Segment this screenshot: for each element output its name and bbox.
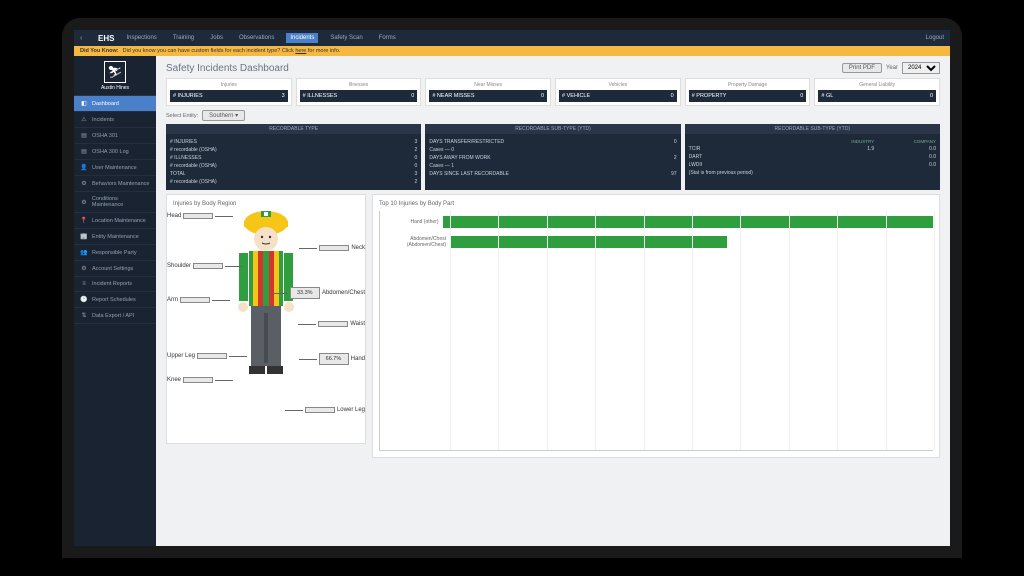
sidebar-icon: 🏢 [80,233,88,240]
sidebar-item-report-schedules[interactable]: 🕑Report Schedules [74,292,156,308]
bar-chart-title: Top 10 Injuries by Body Part [379,201,933,207]
sidebar-icon: ⚙ [80,265,88,272]
body-label-lowerleg: Lower Leg [285,407,365,413]
stat-card: Illnesses# ILLNESSES0 [296,78,422,106]
tab-training[interactable]: Training [169,33,198,43]
body-label-hand: 66.7%Hand [299,353,365,365]
stat-card: Property Damage# PROPERTY0 [685,78,811,106]
sidebar-item-osha-301[interactable]: ▤OSHA 301 [74,128,156,144]
bar-row: Hand (other) [380,215,933,229]
sidebar-item-account-settings[interactable]: ⚙Account Settings [74,261,156,277]
tab-jobs[interactable]: Jobs [206,33,227,43]
entity-select[interactable]: Southern ▾ [202,110,245,121]
sidebar-icon: ⚙ [80,199,88,206]
banner-prefix: Did You Know: [80,48,119,54]
tab-incidents[interactable]: Incidents [286,33,318,43]
top-nav: ‹ EHS Inspections Training Jobs Observation… [74,30,950,46]
bar-area: Hand (other) Abdomen/Chest (Abdomen/Chest… [379,211,933,451]
tab-inspections[interactable]: Inspections [122,33,160,43]
sidebar-item-osha-300-log[interactable]: ▤OSHA 300 Log [74,144,156,160]
sidebar-item-data-export-api[interactable]: ⇅Data Export / API [74,308,156,324]
bar-row: Abdomen/Chest (Abdomen/Chest) [380,235,933,249]
body-label-waist: Waist [298,321,365,327]
sidebar-icon: 👤 [80,164,88,171]
body-label-abdomenchest: 33.3%Abdomen/Chest [270,287,365,299]
stat-card: Injuries# INJURIES3 [166,78,292,106]
detail-panel: RECORDABLE SUB-TYPE (YTD)INDUSTRYCOMPANY… [685,124,940,190]
body-label-shoulder: Shoulder [167,263,243,269]
sidebar-icon: ▤ [80,132,88,139]
sidebar-icon: ⚠ [80,116,88,123]
nav-tabs: Inspections Training Jobs Observations Incid… [122,33,399,43]
detail-panels: RECORDABLE TYPE# INJURIES3# recordable (… [166,124,940,190]
app-screen: ‹ EHS Inspections Training Jobs Observation… [74,30,950,546]
sidebar-icon: ◧ [80,100,88,107]
body-label-neck: Neck [299,245,365,251]
logout-link[interactable]: Logout [926,35,944,41]
page-header: Safety Incidents Dashboard Print PDF Yea… [166,62,940,74]
body-region-chart: Injuries by Body Region HeadShoulderArmU… [166,194,366,444]
sidebar-item-incident-reports[interactable]: ≡Incident Reports [74,277,156,292]
sidebar-item-behaviors-maintenance[interactable]: ⚙Behaviors Maintenance [74,176,156,192]
sidebar-icon: ⚙ [80,180,88,187]
stat-cards: Injuries# INJURIES3Illnesses# ILLNESSES0… [166,78,940,106]
banner-suffix: for more info. [308,48,340,54]
sidebar-item-dashboard[interactable]: ◧Dashboard [74,96,156,112]
year-select[interactable]: 2024 [902,62,940,74]
body-label-upperleg: Upper Leg [167,353,247,359]
body-label-arm: Arm [167,297,230,303]
print-pdf-button[interactable]: Print PDF [842,63,882,73]
sidebar-item-location-maintenance[interactable]: 📍Location Maintenance [74,213,156,229]
sidebar-item-responsible-party[interactable]: 👥Responsible Party [74,245,156,261]
sidebar-icon: 🕑 [80,296,88,303]
user-name: Austin Hines [101,85,129,91]
tab-safety-scan[interactable]: Safety Scan [326,33,366,43]
sidebar: ⛷ Austin Hines ◧Dashboard⚠Incidents▤OSHA… [74,56,156,546]
sidebar-icon: ▤ [80,148,88,155]
sidebar-item-conditions-maintenance[interactable]: ⚙Conditions Maintenance [74,192,156,213]
sidebar-icon: ⇅ [80,312,88,319]
body-label-head: Head [167,213,233,219]
banner-text: Did you know you can have custom fields … [123,48,294,54]
page-title: Safety Incidents Dashboard [166,63,289,74]
laptop-frame: ‹ EHS Inspections Training Jobs Observation… [62,18,962,558]
sidebar-icon: 📍 [80,217,88,224]
sidebar-item-entity-maintenance[interactable]: 🏢Entity Maintenance [74,229,156,245]
tab-forms[interactable]: Forms [375,33,400,43]
entity-filter: Select Entity: Southern ▾ [166,110,940,121]
detail-panel: RECORDABLE TYPE# INJURIES3# recordable (… [166,124,421,190]
back-icon[interactable]: ‹ [80,35,90,42]
logo-icon: ⛷ [104,61,126,83]
content: Safety Incidents Dashboard Print PDF Yea… [156,56,950,546]
sidebar-icon: ≡ [80,281,88,287]
info-banner: Did You Know: Did you know you can have … [74,46,950,56]
sidebar-item-user-maintenance[interactable]: 👤User Maintenance [74,160,156,176]
year-label: Year [886,65,898,71]
worker-figure [221,203,311,413]
main-area: ⛷ Austin Hines ◧Dashboard⚠Incidents▤OSHA… [74,56,950,546]
stat-card: Vehicles# VEHICLE0 [555,78,681,106]
tab-observations[interactable]: Observations [235,33,278,43]
app-brand: EHS [98,34,114,43]
stat-card: Near Misses# NEAR MISSES0 [425,78,551,106]
top-injuries-chart: Top 10 Injuries by Body Part Hand (other… [372,194,940,458]
charts-row: Injuries by Body Region HeadShoulderArmU… [166,194,940,458]
detail-panel: RECORDABLE SUB-TYPE (YTD)DAYS TRANSFER/R… [425,124,680,190]
banner-link[interactable]: here [295,48,306,54]
body-label-knee: Knee [167,377,233,383]
filter-label: Select Entity: [166,113,198,119]
stat-card: General Liability# GL0 [814,78,940,106]
sidebar-item-incidents[interactable]: ⚠Incidents [74,112,156,128]
sidebar-logo: ⛷ Austin Hines [74,56,156,96]
sidebar-icon: 👥 [80,249,88,256]
